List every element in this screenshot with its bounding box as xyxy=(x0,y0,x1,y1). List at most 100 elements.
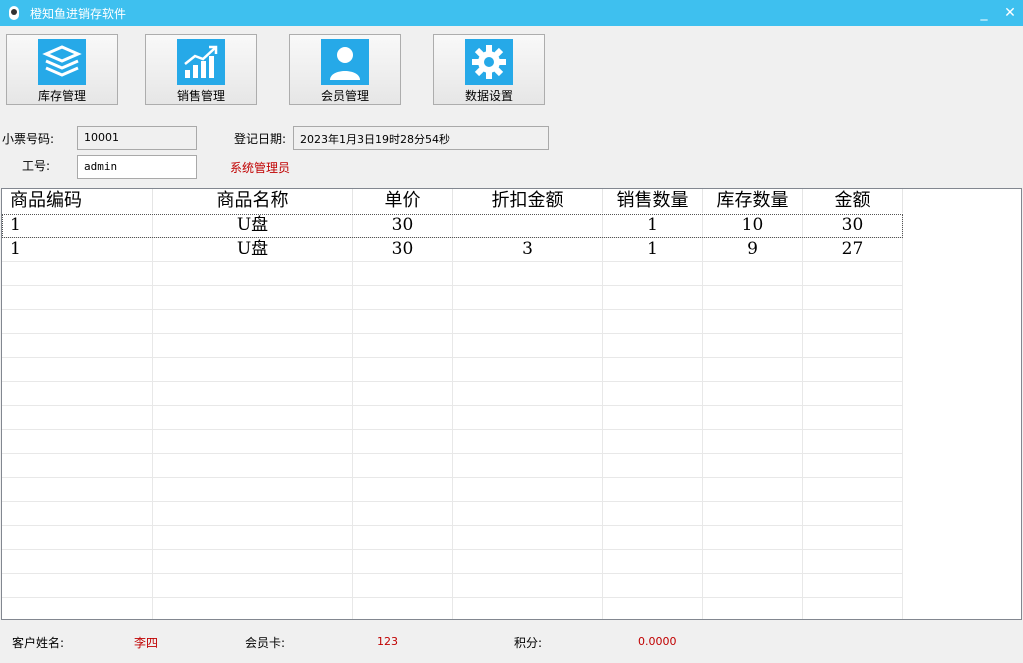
empty-cell xyxy=(603,286,703,309)
cell-code: 1 xyxy=(2,214,153,237)
cell-stock-qty: 10 xyxy=(703,214,803,237)
column-header-code[interactable]: 商品编码 xyxy=(2,189,153,213)
empty-cell xyxy=(803,262,903,285)
empty-cell xyxy=(153,310,353,333)
empty-cell xyxy=(2,526,153,549)
table-row[interactable]: 1 U盘 30 3 1 9 27 xyxy=(2,238,903,262)
empty-cell xyxy=(603,526,703,549)
sales-grid[interactable]: 商品编码 商品名称 单价 折扣金额 销售数量 库存数量 金额 1 U盘 30 1… xyxy=(1,188,1022,620)
cell-sales-qty: 1 xyxy=(603,214,703,237)
column-header-stock-qty[interactable]: 库存数量 xyxy=(703,189,803,213)
staff-id-field[interactable]: admin xyxy=(77,155,197,179)
empty-cell xyxy=(803,526,903,549)
column-header-sales-qty[interactable]: 销售数量 xyxy=(603,189,703,213)
cell-amount: 27 xyxy=(803,238,903,261)
toolbar: 库存管理 销售管理 会员管理 数据设置 xyxy=(0,26,1023,116)
table-row[interactable]: 1 U盘 30 1 10 30 xyxy=(2,214,903,238)
cell-stock-qty: 9 xyxy=(703,238,803,261)
empty-cell xyxy=(803,430,903,453)
cell-price: 30 xyxy=(353,238,453,261)
empty-cell xyxy=(603,310,703,333)
empty-cell xyxy=(153,406,353,429)
empty-table-row xyxy=(2,550,903,574)
empty-cell xyxy=(153,502,353,525)
empty-cell xyxy=(2,574,153,597)
empty-table-row xyxy=(2,310,903,334)
empty-cell xyxy=(2,478,153,501)
empty-table-row xyxy=(2,574,903,598)
empty-cell xyxy=(2,286,153,309)
empty-cell xyxy=(2,358,153,381)
empty-cell xyxy=(353,502,453,525)
member-management-label: 会员管理 xyxy=(320,89,369,103)
empty-cell xyxy=(603,358,703,381)
role-text: 系统管理员 xyxy=(230,161,291,175)
empty-cell xyxy=(453,478,603,501)
grid-header: 商品编码 商品名称 单价 折扣金额 销售数量 库存数量 金额 xyxy=(2,189,903,213)
empty-cell xyxy=(453,262,603,285)
empty-cell xyxy=(353,526,453,549)
empty-cell xyxy=(803,382,903,405)
empty-cell xyxy=(453,430,603,453)
empty-cell xyxy=(353,574,453,597)
empty-cell xyxy=(2,262,153,285)
receipt-number-field[interactable]: 10001 xyxy=(77,126,197,150)
empty-cell xyxy=(603,598,703,619)
cell-discount: 3 xyxy=(453,238,603,261)
empty-cell xyxy=(803,598,903,619)
cell-discount xyxy=(453,214,603,237)
empty-cell xyxy=(453,382,603,405)
cell-name: U盘 xyxy=(153,214,353,237)
inventory-management-button[interactable]: 库存管理 xyxy=(6,34,118,105)
column-header-discount[interactable]: 折扣金额 xyxy=(453,189,603,213)
column-header-price[interactable]: 单价 xyxy=(353,189,453,213)
points-value: 0.0000 xyxy=(638,635,677,648)
column-header-amount[interactable]: 金额 xyxy=(803,189,903,213)
close-icon: ✕ xyxy=(1004,5,1016,21)
empty-cell xyxy=(153,550,353,573)
empty-cell xyxy=(703,334,803,357)
empty-table-row xyxy=(2,286,903,310)
empty-table-row xyxy=(2,454,903,478)
empty-cell xyxy=(353,430,453,453)
member-management-button[interactable]: 会员管理 xyxy=(289,34,401,105)
empty-cell xyxy=(353,382,453,405)
empty-cell xyxy=(2,598,153,619)
member-card-value: 123 xyxy=(377,635,398,648)
empty-cell xyxy=(703,430,803,453)
empty-cell xyxy=(803,574,903,597)
minimize-button[interactable]: _ xyxy=(971,0,997,26)
gear-icon xyxy=(465,39,513,85)
empty-cell xyxy=(703,286,803,309)
register-date-field[interactable]: 2023年1月3日19时28分54秒 xyxy=(293,126,549,150)
member-card-label: 会员卡: xyxy=(245,636,286,650)
empty-cell xyxy=(803,406,903,429)
points-label: 积分: xyxy=(514,636,543,650)
empty-cell xyxy=(703,574,803,597)
cell-sales-qty: 1 xyxy=(603,238,703,261)
close-button[interactable]: ✕ xyxy=(997,0,1023,26)
empty-cell xyxy=(2,406,153,429)
cell-name: U盘 xyxy=(153,238,353,261)
empty-table-row xyxy=(2,502,903,526)
data-settings-button[interactable]: 数据设置 xyxy=(433,34,545,105)
empty-cell xyxy=(353,310,453,333)
empty-cell xyxy=(453,406,603,429)
column-header-name[interactable]: 商品名称 xyxy=(153,189,353,213)
empty-cell xyxy=(453,286,603,309)
sales-management-button[interactable]: 销售管理 xyxy=(145,34,257,105)
empty-cell xyxy=(703,358,803,381)
empty-cell xyxy=(153,574,353,597)
empty-cell xyxy=(153,598,353,619)
empty-cell xyxy=(703,310,803,333)
empty-cell xyxy=(603,334,703,357)
empty-cell xyxy=(803,334,903,357)
empty-table-row xyxy=(2,478,903,502)
empty-cell xyxy=(353,478,453,501)
empty-cell xyxy=(153,430,353,453)
layers-icon xyxy=(38,39,86,85)
empty-cell xyxy=(153,286,353,309)
empty-cell xyxy=(453,598,603,619)
empty-cell xyxy=(2,310,153,333)
empty-cell xyxy=(603,550,703,573)
